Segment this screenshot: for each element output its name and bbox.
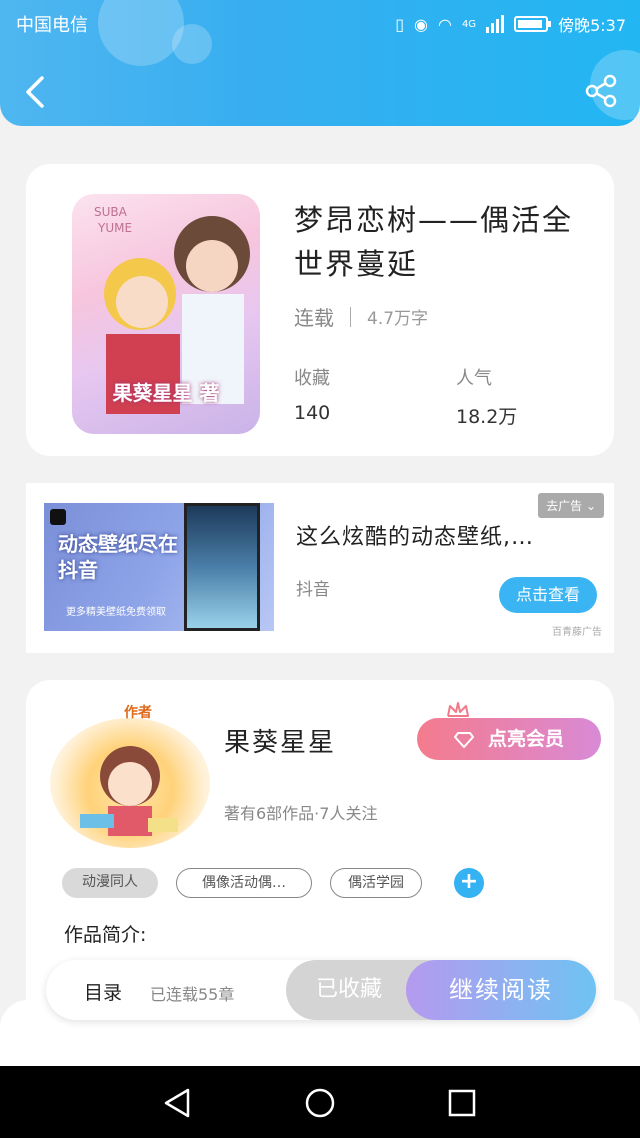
svg-text:YUME: YUME (97, 221, 132, 235)
clock-label: 傍晚5:37 (558, 16, 626, 35)
vip-membership-button[interactable]: 点亮会员 (417, 718, 601, 760)
app-header: 中国电信 ▯ ◉ ◠ 4G 傍晚5:37 (0, 0, 640, 126)
divider (350, 306, 351, 327)
vip-label: 点亮会员 (487, 728, 564, 750)
network-label: 4G (461, 18, 477, 30)
stat-label-popularity: 人气 (456, 368, 492, 389)
ad-cta-button[interactable]: 点击查看 (499, 577, 597, 613)
nav-back-icon[interactable] (160, 1086, 194, 1120)
ad-image[interactable]: 动态壁纸尽在抖音 更多精美壁纸免费领取 (44, 503, 274, 631)
ad-image-subtext: 更多精美壁纸免费领取 (66, 607, 166, 618)
synopsis-label: 作品简介: (64, 924, 147, 946)
book-title: 梦昂恋树——偶活全世界蔓延 (294, 203, 574, 281)
ad-banner[interactable]: 动态壁纸尽在抖音 更多精美壁纸免费领取 这么炫酷的动态壁纸,… 抖音 去广告 ⌄… (26, 483, 614, 653)
table-of-contents-button[interactable]: 目录 (84, 978, 122, 1005)
carrier-label: 中国电信 (16, 15, 88, 36)
word-count: 4.7万字 (367, 309, 429, 329)
stat-value-favorites: 140 (294, 402, 331, 424)
book-meta: 连载 4.7万字 (294, 302, 428, 331)
ad-title[interactable]: 这么炫酷的动态壁纸,… (296, 519, 534, 551)
author-name[interactable]: 果葵星星 (224, 722, 336, 759)
author-tag: 作者 (124, 705, 152, 721)
tag-idol-academy[interactable]: 偶活学园 (330, 868, 422, 898)
chevron-down-icon: ⌄ (585, 499, 596, 513)
phone-mockup-image (184, 503, 260, 631)
author-meta: 著有6部作品·7人关注 (224, 804, 378, 823)
avatar-illustration (80, 746, 178, 836)
ad-image-text: 动态壁纸尽在抖音 (58, 532, 178, 582)
tiktok-logo-icon (50, 509, 66, 525)
ad-source: 抖音 (296, 580, 330, 600)
eye-icon: ◉ (414, 14, 428, 34)
tag-idol-activity[interactable]: 偶像活动偶… (176, 868, 312, 898)
book-info-card: SUBA YUME 果葵星星 著 梦昂恋树——偶活全世界蔓延 连载 4.7万字 … (26, 164, 614, 456)
chevron-left-icon[interactable] (20, 72, 52, 112)
wifi-icon: ◠ (437, 14, 452, 34)
crown-icon (447, 702, 469, 717)
system-nav-bar (0, 1066, 640, 1138)
ad-provider-badge: 百青藤广告 (552, 627, 602, 638)
status-bar: 中国电信 ▯ ◉ ◠ 4G 傍晚5:37 (16, 10, 626, 38)
battery-icon (514, 16, 552, 32)
remove-ad-button[interactable]: 去广告 ⌄ (538, 493, 604, 518)
tag-anime-fanfic[interactable]: 动漫同人 (62, 868, 158, 898)
stat-label-favorites: 收藏 (294, 368, 330, 389)
vibrate-icon: ▯ (395, 14, 404, 34)
chapter-count: 已连载55章 (150, 985, 235, 1004)
cover-logo-text: SUBA (94, 205, 128, 219)
add-tag-icon[interactable]: + (454, 868, 484, 898)
continue-reading-button[interactable]: 继续阅读 (406, 960, 596, 1020)
nav-home-icon[interactable] (303, 1086, 337, 1120)
signal-icon (486, 15, 505, 33)
book-cover-image: SUBA YUME 果葵星星 著 (72, 194, 260, 434)
nav-recents-icon[interactable] (445, 1086, 479, 1120)
share-icon[interactable] (584, 74, 618, 108)
author-avatar[interactable] (50, 718, 210, 848)
stat-value-popularity: 18.2万 (456, 406, 518, 428)
cover-author-text: 果葵星星 著 (112, 381, 220, 405)
diamond-icon (453, 731, 474, 748)
book-status: 连载 (294, 306, 334, 330)
reading-action-bar: 目录 已连载55章 已收藏 继续阅读 (46, 960, 596, 1020)
